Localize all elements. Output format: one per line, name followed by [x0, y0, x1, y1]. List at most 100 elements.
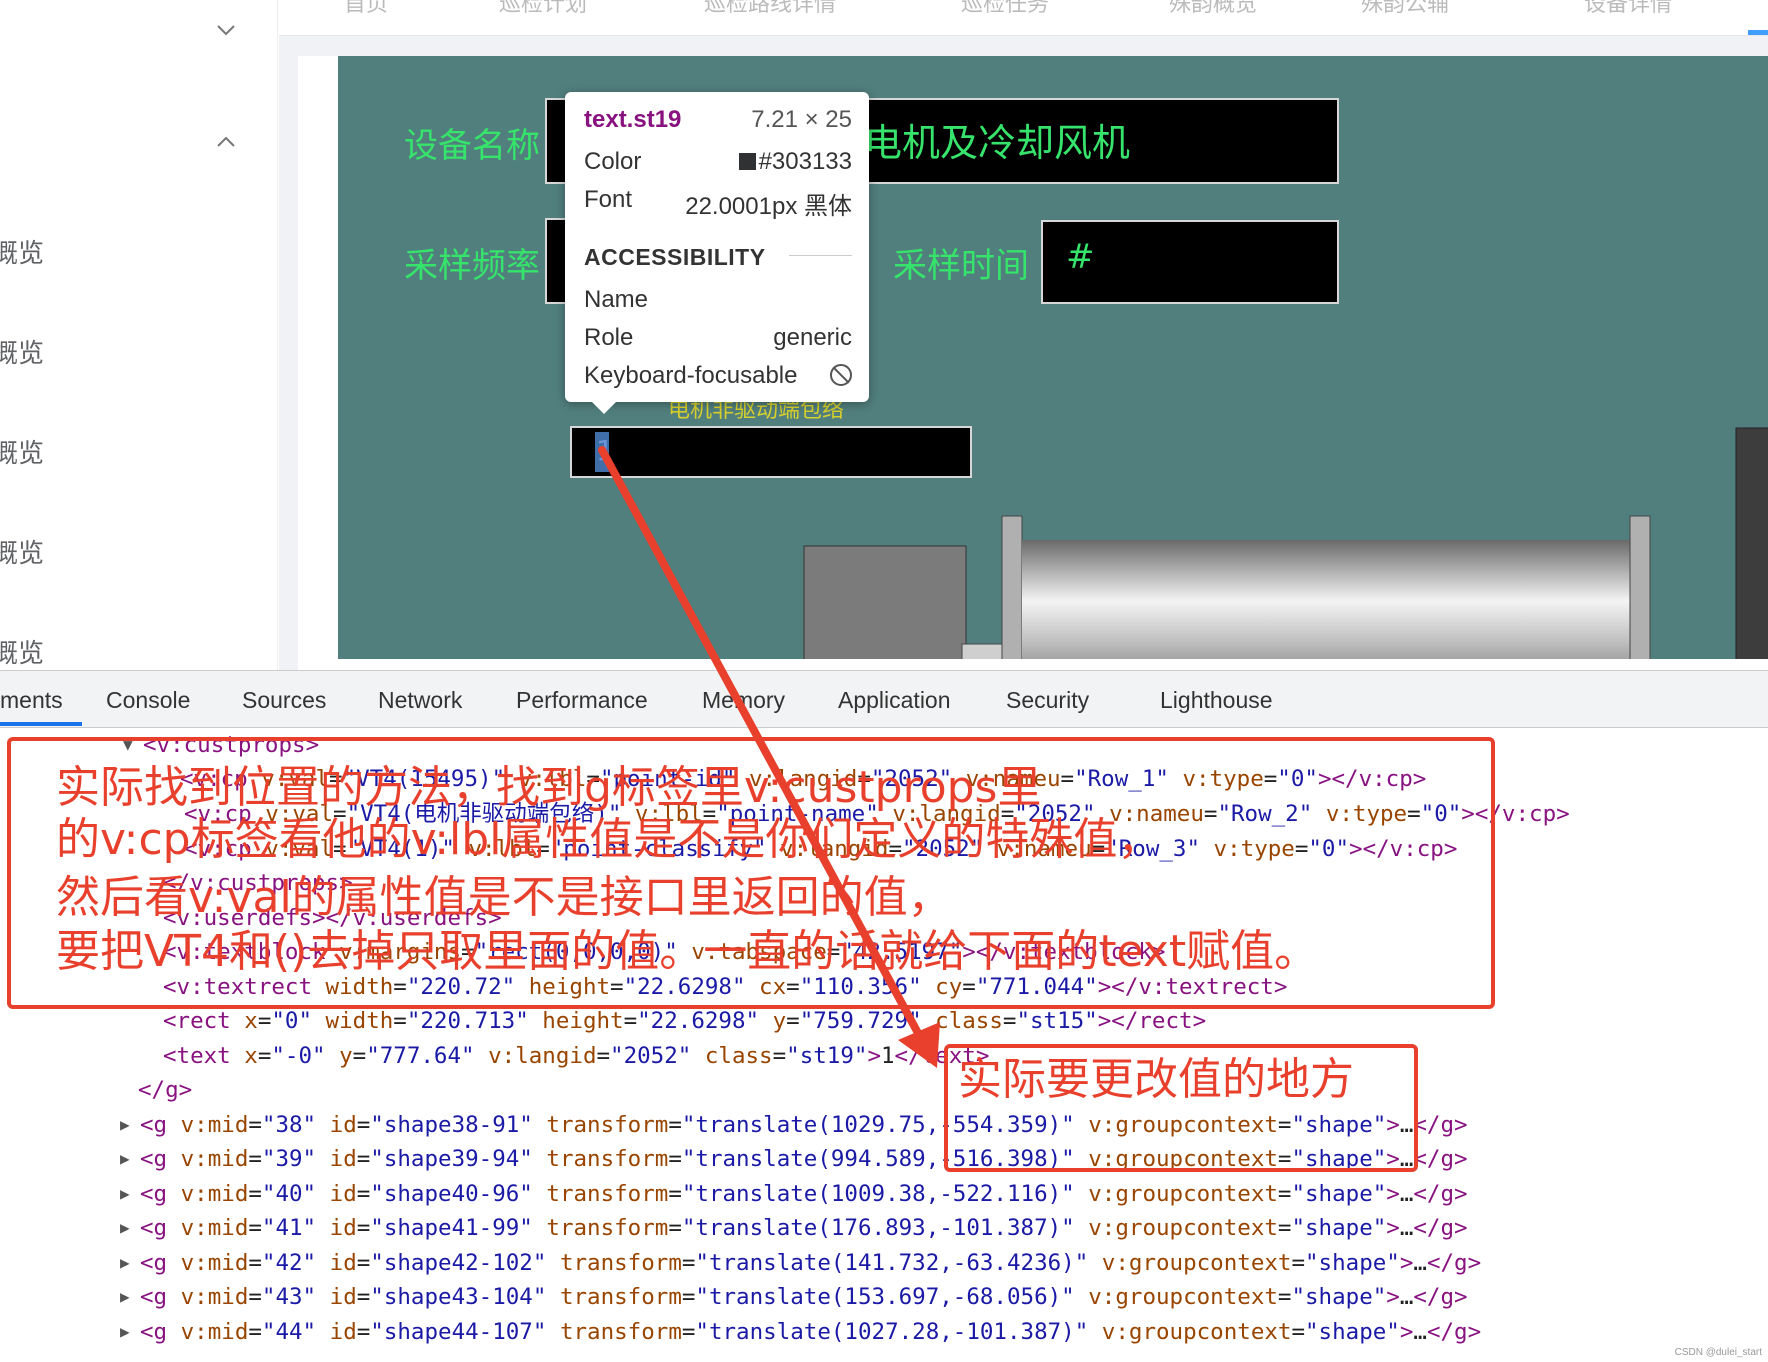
sidebar-item[interactable]: 概览: [0, 533, 44, 570]
code-tag: </g: [1413, 1215, 1455, 1241]
tab-utilities[interactable]: 殊韵公辅: [1361, 0, 1449, 18]
expand-triangle-icon[interactable]: ▶: [120, 1280, 130, 1314]
flange-left: [1001, 515, 1023, 659]
tab-home[interactable]: 首页: [344, 0, 388, 18]
code-punct: =: [257, 1043, 272, 1069]
code-value: "22.6298": [637, 1008, 760, 1034]
code-value: "-0": [271, 1043, 326, 1069]
tab-elements[interactable]: ments: [0, 687, 63, 714]
code-tag: </g: [1426, 1250, 1468, 1276]
code-attr: v:groupcontext: [1074, 1284, 1278, 1310]
code-attr: v:groupcontext: [1088, 1319, 1292, 1345]
code-tag: <g: [140, 1146, 168, 1172]
code-attr: height: [528, 1008, 624, 1034]
dom-node-line[interactable]: <g v:mid="40" id="shape40-96" transform=…: [140, 1177, 1468, 1211]
code-punct: =: [356, 1215, 371, 1241]
code-value: "translate(1027.28,-101.387)": [695, 1319, 1089, 1345]
tab-console[interactable]: Console: [106, 687, 190, 714]
code-value: "44": [261, 1319, 317, 1345]
chevron-down-icon[interactable]: [214, 18, 238, 42]
code-punct: =: [623, 1008, 638, 1034]
expand-triangle-icon[interactable]: ▶: [120, 1211, 130, 1245]
code-value: "40": [261, 1181, 317, 1207]
expand-triangle-icon[interactable]: ▶: [120, 1108, 130, 1142]
dom-node-line[interactable]: </g>: [138, 1073, 192, 1107]
code-punct: =: [1291, 1319, 1306, 1345]
tooltip-color-value: #303133: [758, 148, 852, 175]
code-value: "2052": [610, 1043, 692, 1069]
dom-node-line[interactable]: <text x="-0" y="777.64" v:langid="2052" …: [163, 1039, 989, 1073]
sidebar-item[interactable]: 概览: [0, 633, 44, 670]
sidebar-item[interactable]: 概览: [0, 233, 44, 270]
tab-application[interactable]: Application: [838, 687, 951, 714]
chevron-up-icon[interactable]: [214, 130, 238, 154]
code-attr: id: [316, 1319, 357, 1345]
code-punct: =: [257, 1008, 272, 1034]
code-attr: v:mid: [167, 1284, 249, 1310]
dom-node-line[interactable]: <g v:mid="44" id="shape44-107" transform…: [140, 1315, 1481, 1349]
tab-overview[interactable]: 殊韵概览: [1169, 0, 1257, 18]
code-attr: v:mid: [167, 1250, 249, 1276]
annotation-target-note: 实际要更改值的地方: [958, 1054, 1354, 1105]
not-allowed-icon: [830, 364, 852, 386]
code-punct: =: [248, 1319, 262, 1345]
tooltip-selector: text.st19: [584, 106, 682, 133]
dom-node-line[interactable]: <g v:mid="41" id="shape41-99" transform=…: [140, 1211, 1468, 1245]
expand-triangle-icon[interactable]: ▶: [120, 1315, 130, 1349]
tab-route-detail[interactable]: 巡检路线详情: [704, 0, 836, 18]
sidebar-item[interactable]: 概览: [0, 333, 44, 370]
code-tag: >: [1386, 1284, 1400, 1310]
code-attr: transform: [532, 1112, 669, 1138]
devtools-tabbar: ments Console Sources Network Performanc…: [0, 670, 1768, 728]
cylinder-body: [1022, 540, 1630, 659]
code-tag: >: [1386, 1181, 1400, 1207]
code-value: "translate(141.732,-63.4236)": [695, 1250, 1089, 1276]
code-punct: =: [356, 1319, 371, 1345]
code-tag: >: [178, 1077, 193, 1103]
code-punct: =: [786, 1008, 800, 1034]
flange-right: [1629, 515, 1651, 659]
tab-inspection-task[interactable]: 巡检任务: [961, 0, 1049, 18]
expand-triangle-icon[interactable]: ▶: [120, 1142, 130, 1176]
code-attr: v:mid: [167, 1112, 249, 1138]
sidebar-item[interactable]: 概览: [0, 433, 44, 470]
code-attr: id: [316, 1146, 357, 1172]
code-punct: =: [356, 1146, 371, 1172]
code-attr: id: [316, 1250, 357, 1276]
code-value: "0": [271, 1008, 313, 1034]
color-swatch-icon: [738, 153, 756, 170]
tab-lighthouse[interactable]: Lighthouse: [1160, 687, 1273, 714]
code-tag: </g: [1413, 1181, 1455, 1207]
code-value: "shape40-96": [370, 1181, 533, 1207]
watermark: CSDN @dulei_start: [1674, 1347, 1762, 1358]
code-tag: <g: [140, 1250, 168, 1276]
active-tab-underline: [0, 722, 82, 726]
tab-inspection-plan[interactable]: 巡检计划: [499, 0, 587, 18]
code-tag: >: [867, 1043, 881, 1069]
code-attr: transform: [546, 1284, 682, 1310]
annotation-line: 要把VT4和()去掉只取里面的值。一直的话就给下面的text赋值。: [56, 926, 1319, 977]
code-tag: </g: [1426, 1319, 1468, 1345]
code-punct: =: [1277, 1181, 1292, 1207]
tab-memory[interactable]: Memory: [702, 687, 785, 714]
expand-triangle-icon[interactable]: ▶: [120, 1246, 130, 1280]
code-tag: >: [1454, 1112, 1468, 1138]
tab-security[interactable]: Security: [1006, 687, 1089, 714]
dom-node-line[interactable]: <rect x="0" width="220.713" height="22.6…: [163, 1004, 1206, 1038]
code-tag: >: [1454, 1146, 1468, 1172]
tab-sources[interactable]: Sources: [242, 687, 326, 714]
dom-node-line[interactable]: <g v:mid="42" id="shape42-102" transform…: [140, 1246, 1481, 1280]
code-value: "38": [261, 1112, 317, 1138]
tooltip-arrow: [592, 402, 616, 414]
tab-network[interactable]: Network: [378, 687, 462, 714]
code-tag: >: [1399, 1250, 1414, 1276]
tab-performance[interactable]: Performance: [516, 687, 648, 714]
code-punct: =: [1291, 1250, 1306, 1276]
code-punct: =: [248, 1112, 262, 1138]
dom-node-line[interactable]: <g v:mid="43" id="shape43-104" transform…: [140, 1280, 1468, 1314]
code-tag: <text: [163, 1043, 231, 1069]
code-attr: transform: [532, 1146, 669, 1172]
tab-device-detail[interactable]: 设备详情: [1584, 0, 1672, 18]
code-value: "shape43-104": [370, 1284, 547, 1310]
expand-triangle-icon[interactable]: ▶: [120, 1177, 130, 1211]
